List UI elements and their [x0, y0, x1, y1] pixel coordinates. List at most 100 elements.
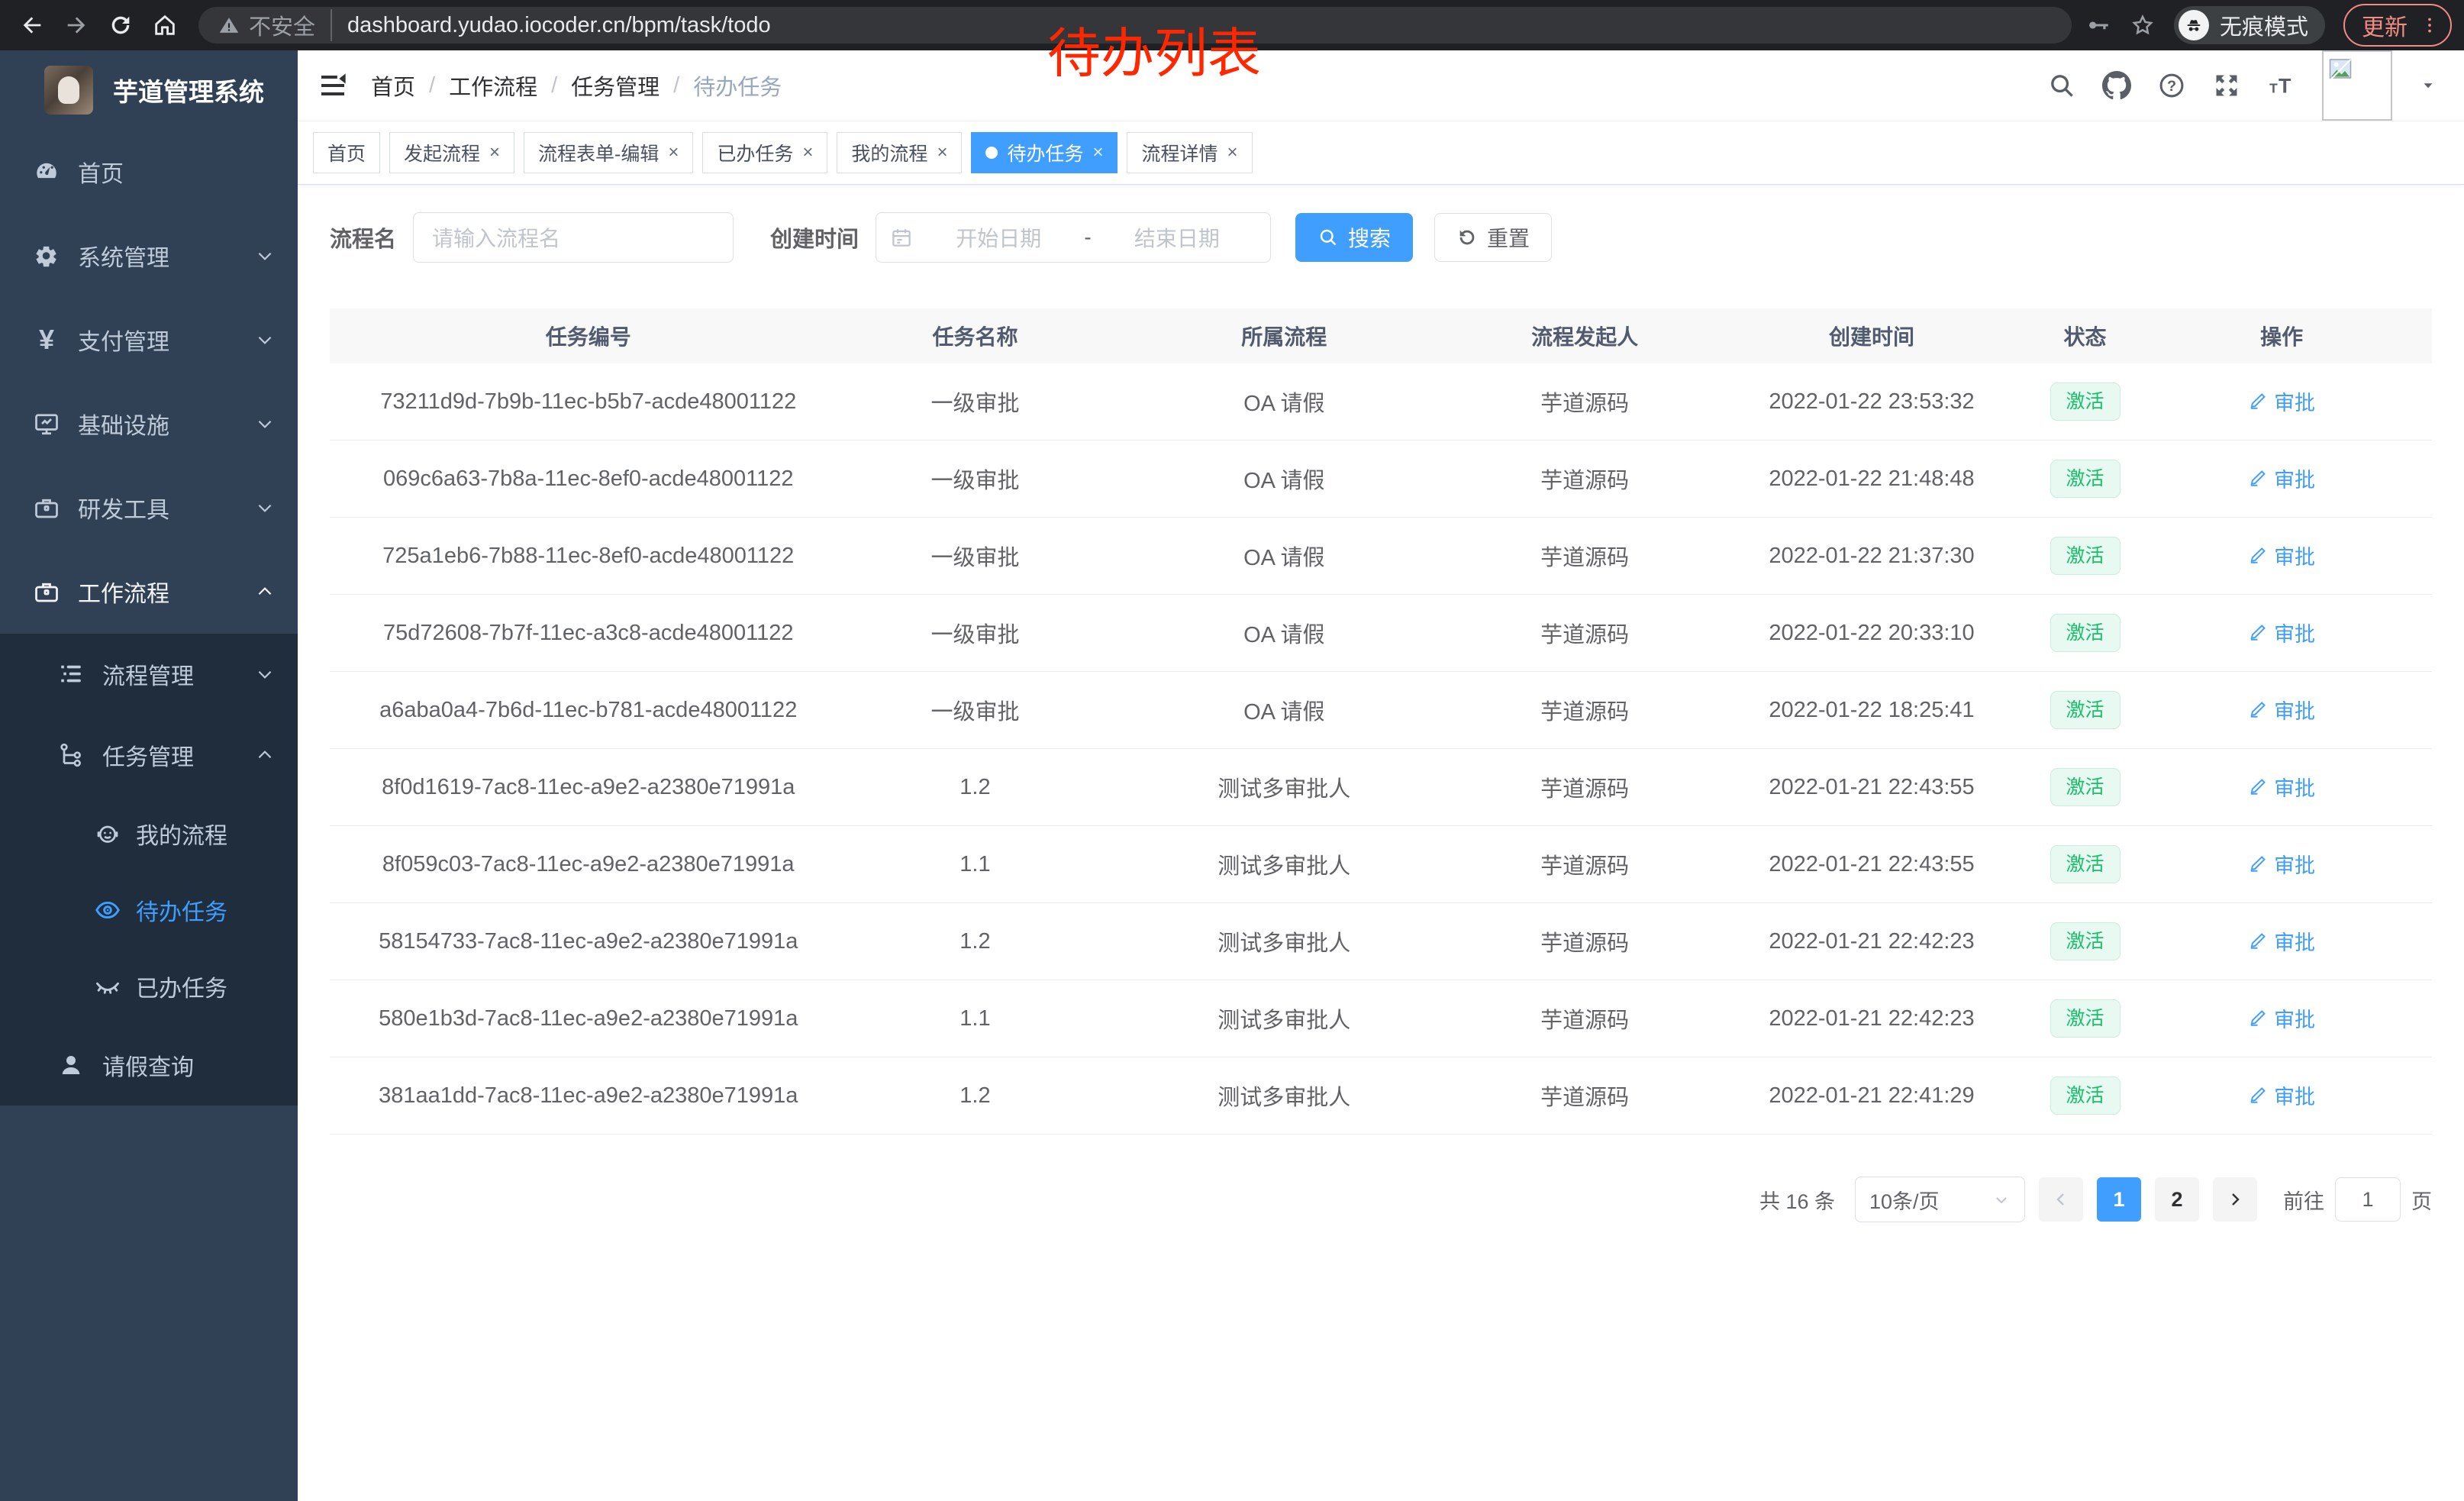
tab-todo-tasks[interactable]: 待办任务 ×	[971, 132, 1118, 173]
chevron-down-icon	[255, 664, 275, 684]
browser-back-icon[interactable]	[12, 5, 52, 45]
help-icon[interactable]: ?	[2157, 71, 2186, 100]
logo-avatar	[44, 66, 93, 115]
approve-link[interactable]: 审批	[2248, 926, 2315, 956]
search-button[interactable]: 搜索	[1295, 213, 1413, 262]
end-date-placeholder: 结束日期	[1098, 222, 1256, 253]
tab-my-process[interactable]: 我的流程 ×	[837, 132, 962, 173]
security-chip[interactable]: 不安全	[218, 9, 332, 41]
update-button[interactable]: 更新	[2343, 4, 2452, 47]
sidebar-item-todo-tasks[interactable]: 待办任务	[0, 872, 298, 948]
sidebar-item-home[interactable]: 首页	[0, 130, 298, 214]
approve-link[interactable]: 审批	[2248, 541, 2315, 570]
tab-process-detail[interactable]: 流程详情 ×	[1127, 132, 1252, 173]
breadcrumb-workflow[interactable]: 工作流程	[449, 69, 537, 102]
tab-done-tasks[interactable]: 已办任务 ×	[702, 132, 827, 173]
sidebar: 芋道管理系统 首页 系统管理 ¥ 支付管理	[0, 50, 298, 1501]
browser-home-icon[interactable]	[145, 5, 185, 45]
close-icon[interactable]: ×	[802, 144, 813, 162]
close-icon[interactable]: ×	[668, 144, 679, 162]
annotation-todo-list: 待办列表	[1047, 11, 1261, 88]
approve-link[interactable]: 审批	[2248, 386, 2315, 416]
edit-icon	[2248, 622, 2268, 642]
search-icon[interactable]	[2047, 71, 2076, 100]
task-initiator: 芋道源码	[1465, 441, 1704, 518]
close-icon[interactable]: ×	[1227, 144, 1238, 162]
breadcrumb-task-mgmt[interactable]: 任务管理	[571, 69, 660, 102]
table-header-row: 任务编号 任务名称 所属流程 流程发起人 创建时间 状态 操作	[330, 308, 2432, 363]
approve-link[interactable]: 审批	[2248, 1003, 2315, 1033]
sidebar-item-payment[interactable]: ¥ 支付管理	[0, 298, 298, 382]
tab-process-form-edit[interactable]: 流程表单-编辑 ×	[524, 132, 693, 173]
tab-home[interactable]: 首页	[313, 132, 380, 173]
page-size-select[interactable]: 10条/页	[1855, 1177, 2025, 1222]
url-text[interactable]: dashboard.yudao.iocoder.cn/bpm/task/todo	[332, 13, 771, 38]
date-range-picker[interactable]: 开始日期 - 结束日期	[876, 212, 1271, 263]
approve-link[interactable]: 审批	[2248, 1080, 2315, 1110]
task-created: 2022-01-21 22:42:23	[1704, 980, 2039, 1057]
sidebar-item-label: 流程管理	[102, 657, 238, 691]
tab-label: 流程表单-编辑	[538, 139, 659, 166]
table-row: 381aa1dd-7ac8-11ec-a9e2-a2380e71991a 1.2…	[330, 1057, 2432, 1135]
page-button-2[interactable]: 2	[2155, 1177, 2199, 1222]
goto-page-input[interactable]	[2335, 1177, 2401, 1222]
process-name-label: 流程名	[330, 221, 396, 253]
status-badge: 激活	[2050, 383, 2121, 421]
col-process: 所属流程	[1103, 308, 1465, 363]
process-name-placeholder: 请输入流程名	[432, 222, 560, 253]
sidebar-item-workflow[interactable]: 工作流程	[0, 550, 298, 634]
prev-page-button[interactable]	[2039, 1177, 2083, 1222]
task-process: 测试多审批人	[1103, 826, 1465, 903]
github-icon[interactable]	[2102, 71, 2131, 100]
fullscreen-icon[interactable]	[2212, 71, 2241, 100]
tab-start-process[interactable]: 发起流程 ×	[389, 132, 514, 173]
user-avatar[interactable]	[2322, 50, 2392, 121]
close-icon[interactable]: ×	[489, 144, 500, 162]
sidebar-item-leave-query[interactable]: 请假查询	[0, 1025, 298, 1106]
sidebar-item-system[interactable]: 系统管理	[0, 214, 298, 298]
status-badge: 激活	[2050, 614, 2121, 652]
caret-down-icon[interactable]	[2418, 76, 2438, 95]
task-created: 2022-01-22 21:37:30	[1704, 518, 2039, 595]
task-process: 测试多审批人	[1103, 980, 1465, 1057]
browser-forward-icon[interactable]	[56, 5, 96, 45]
close-icon[interactable]: ×	[1092, 144, 1103, 162]
browser-refresh-icon[interactable]	[101, 5, 140, 45]
task-table: 任务编号 任务名称 所属流程 流程发起人 创建时间 状态 操作 73211d9d…	[330, 308, 2432, 1135]
task-process: 测试多审批人	[1103, 1057, 1465, 1135]
sidebar-item-task-mgmt[interactable]: 任务管理	[0, 715, 298, 796]
close-icon[interactable]: ×	[937, 144, 947, 162]
task-id: 381aa1dd-7ac8-11ec-a9e2-a2380e71991a	[330, 1057, 847, 1135]
app-title: 芋道管理系统	[113, 72, 264, 108]
breadcrumb-current: 待办任务	[693, 69, 782, 102]
sidebar-item-label: 基础设施	[78, 407, 238, 441]
approve-link[interactable]: 审批	[2248, 772, 2315, 802]
sidebar-item-devtools[interactable]: 研发工具	[0, 466, 298, 550]
next-page-button[interactable]	[2213, 1177, 2257, 1222]
table-row: 580e1b3d-7ac8-11ec-a9e2-a2380e71991a 1.1…	[330, 980, 2432, 1057]
font-size-icon[interactable]: TT	[2267, 71, 2296, 100]
yen-icon: ¥	[32, 325, 61, 354]
bookmark-star-icon[interactable]	[2130, 12, 2156, 38]
task-initiator: 芋道源码	[1465, 980, 1704, 1057]
status-badge: 激活	[2050, 537, 2121, 575]
col-initiator: 流程发起人	[1465, 308, 1704, 363]
page-button-1[interactable]: 1	[2097, 1177, 2141, 1222]
approve-link[interactable]: 审批	[2248, 695, 2315, 725]
task-process: OA 请假	[1103, 518, 1465, 595]
breadcrumb-separator: /	[551, 73, 557, 98]
process-name-input[interactable]: 请输入流程名	[413, 212, 734, 263]
password-key-icon[interactable]	[2085, 12, 2111, 38]
sidebar-toggle-icon[interactable]	[318, 69, 351, 102]
approve-link[interactable]: 审批	[2248, 618, 2315, 647]
sidebar-item-done-tasks[interactable]: 已办任务	[0, 948, 298, 1025]
incognito-label: 无痕模式	[2220, 9, 2308, 41]
user-icon	[56, 1051, 85, 1080]
breadcrumb-home[interactable]: 首页	[371, 69, 415, 102]
sidebar-item-my-process[interactable]: 我的流程	[0, 796, 298, 872]
approve-link[interactable]: 审批	[2248, 463, 2315, 493]
sidebar-item-process-mgmt[interactable]: 流程管理	[0, 634, 298, 715]
sidebar-item-infrastructure[interactable]: 基础设施	[0, 382, 298, 466]
approve-link[interactable]: 审批	[2248, 849, 2315, 879]
reset-button[interactable]: 重置	[1434, 213, 1552, 262]
